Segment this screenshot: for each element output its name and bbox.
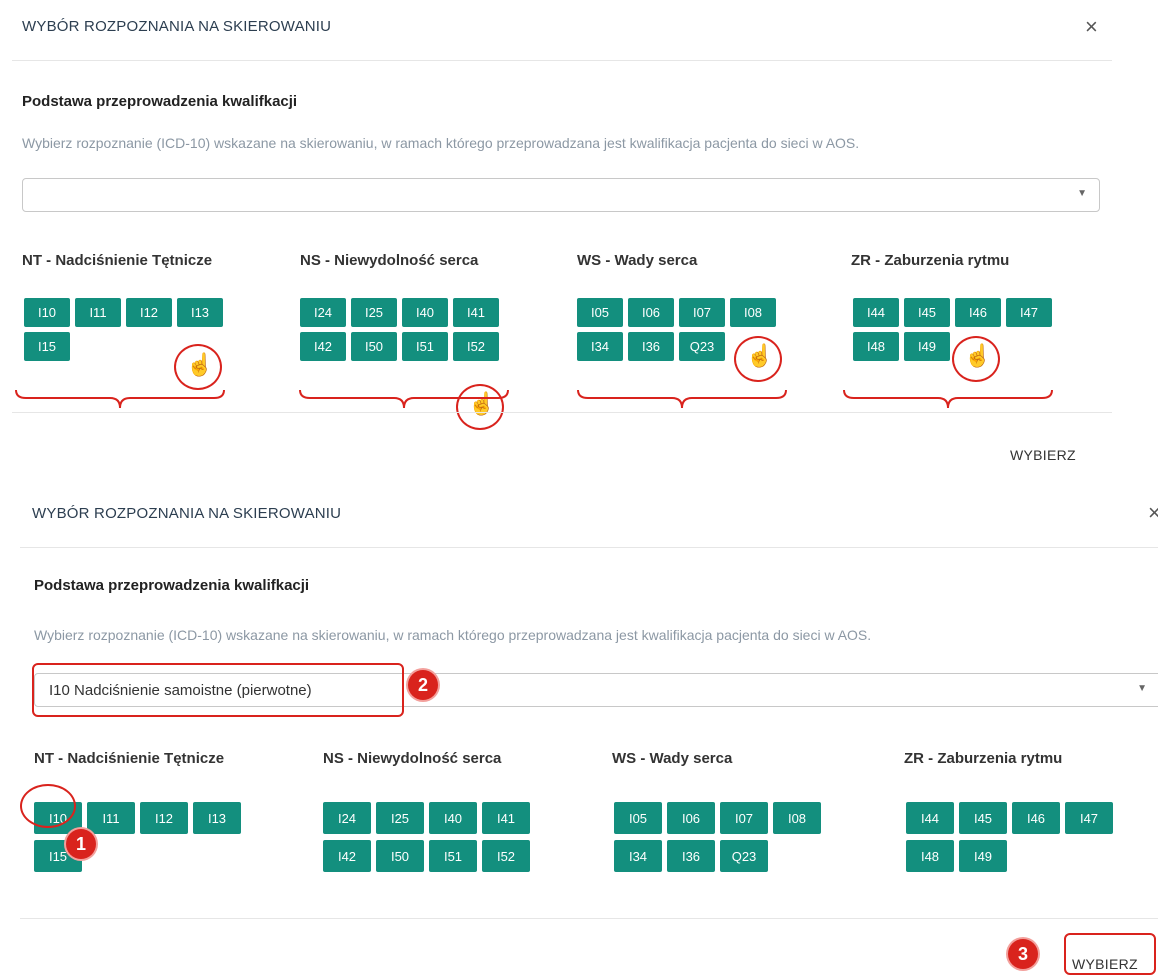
- group-title-nt: NT - Nadciśnienie Tętnicze: [22, 252, 213, 269]
- code-group-ws: I05 I06 I07 I08 I34 I36 Q23: [614, 802, 828, 872]
- code-button[interactable]: I12: [140, 802, 188, 834]
- dialog-title: WYBÓR ROZPOZNANIA NA SKIEROWANIU: [22, 18, 332, 35]
- code-button[interactable]: I06: [667, 802, 715, 834]
- dialog-title: WYBÓR ROZPOZNANIA NA SKIEROWANIU: [32, 505, 342, 522]
- code-button[interactable]: I40: [402, 298, 448, 327]
- code-button[interactable]: I49: [959, 840, 1007, 872]
- code-button[interactable]: I40: [429, 802, 477, 834]
- divider: [12, 60, 1112, 61]
- close-icon[interactable]: ×: [1085, 16, 1098, 38]
- code-button[interactable]: I41: [482, 802, 530, 834]
- code-button[interactable]: I05: [577, 298, 623, 327]
- group-brace: [843, 389, 1053, 409]
- code-button[interactable]: I41: [453, 298, 499, 327]
- wybierz-button[interactable]: WYBIERZ: [1010, 447, 1076, 463]
- code-button[interactable]: I51: [402, 332, 448, 361]
- dialog-panel-bottom: WYBÓR ROZPOZNANIA NA SKIEROWANIU × Podst…: [0, 490, 1158, 976]
- group-title-ns: NS - Niewydolność serca: [323, 750, 502, 767]
- hand-pointer-icon: ☝: [186, 352, 214, 377]
- group-brace: [15, 389, 225, 409]
- code-button[interactable]: I51: [429, 840, 477, 872]
- dialog-panel-top: WYBÓR ROZPOZNANIA NA SKIEROWANIU × Podst…: [0, 0, 1158, 490]
- code-button[interactable]: I50: [376, 840, 424, 872]
- divider: [12, 412, 1112, 413]
- code-button[interactable]: I08: [773, 802, 821, 834]
- hint-text: Wybierz rozpoznanie (ICD-10) wskazane na…: [22, 135, 860, 151]
- code-button[interactable]: I47: [1006, 298, 1052, 327]
- code-button[interactable]: I07: [720, 802, 768, 834]
- code-button[interactable]: I08: [730, 298, 776, 327]
- code-button[interactable]: I07: [679, 298, 725, 327]
- code-button[interactable]: I36: [628, 332, 674, 361]
- code-button[interactable]: I25: [351, 298, 397, 327]
- group-brace: [577, 389, 787, 409]
- code-button[interactable]: I49: [904, 332, 950, 361]
- wybierz-button[interactable]: WYBIERZ: [1072, 956, 1138, 972]
- code-button[interactable]: I52: [482, 840, 530, 872]
- step-badge-3: 3: [1008, 939, 1038, 969]
- code-button[interactable]: I45: [959, 802, 1007, 834]
- code-button[interactable]: I13: [193, 802, 241, 834]
- code-button[interactable]: I06: [628, 298, 674, 327]
- code-button[interactable]: I34: [577, 332, 623, 361]
- code-button[interactable]: I36: [667, 840, 715, 872]
- code-button[interactable]: I10: [24, 298, 70, 327]
- section-title: Podstawa przeprowadzenia kwalifkacji: [22, 93, 298, 110]
- group-title-ns: NS - Niewydolność serca: [300, 252, 479, 269]
- highlight-box-select: [32, 663, 404, 717]
- code-button[interactable]: I13: [177, 298, 223, 327]
- hint-text: Wybierz rozpoznanie (ICD-10) wskazane na…: [34, 627, 872, 643]
- code-button[interactable]: I46: [955, 298, 1001, 327]
- code-button[interactable]: I48: [853, 332, 899, 361]
- divider: [20, 547, 1158, 548]
- group-brace: [299, 389, 509, 409]
- caret-down-icon: ▼: [1137, 683, 1147, 694]
- code-button[interactable]: I24: [323, 802, 371, 834]
- code-button[interactable]: I12: [126, 298, 172, 327]
- code-group-ns: I24 I25 I40 I41 I42 I50 I51 I52: [300, 298, 500, 361]
- code-button[interactable]: I46: [1012, 802, 1060, 834]
- code-button[interactable]: I48: [906, 840, 954, 872]
- hand-pointer-icon: ☝: [964, 343, 992, 368]
- caret-down-icon: ▼: [1077, 188, 1087, 199]
- code-button[interactable]: I34: [614, 840, 662, 872]
- step-badge-2: 2: [408, 670, 438, 700]
- code-group-zr: I44 I45 I46 I47 I48 I49: [906, 802, 1120, 872]
- section-title: Podstawa przeprowadzenia kwalifkacji: [34, 577, 310, 594]
- code-button[interactable]: I05: [614, 802, 662, 834]
- code-group-ns: I24 I25 I40 I41 I42 I50 I51 I52: [323, 802, 537, 872]
- code-button[interactable]: I42: [323, 840, 371, 872]
- step-badge-1: 1: [66, 829, 96, 859]
- code-button[interactable]: I15: [24, 332, 70, 361]
- code-button[interactable]: I42: [300, 332, 346, 361]
- hand-pointer-icon: ☝: [746, 343, 774, 368]
- code-button[interactable]: I11: [75, 298, 121, 327]
- code-button[interactable]: I52: [453, 332, 499, 361]
- highlight-ring: [20, 784, 76, 828]
- code-button[interactable]: I44: [906, 802, 954, 834]
- divider: [20, 918, 1158, 919]
- code-button[interactable]: I44: [853, 298, 899, 327]
- group-title-ws: WS - Wady serca: [577, 252, 698, 269]
- diagnosis-select[interactable]: ▼: [22, 178, 1100, 212]
- code-button[interactable]: I45: [904, 298, 950, 327]
- code-button[interactable]: Q23: [679, 332, 725, 361]
- group-title-nt: NT - Nadciśnienie Tętnicze: [34, 750, 225, 767]
- group-title-zr: ZR - Zaburzenia rytmu: [904, 750, 1063, 767]
- code-button[interactable]: Q23: [720, 840, 768, 872]
- code-button[interactable]: I50: [351, 332, 397, 361]
- code-button[interactable]: I11: [87, 802, 135, 834]
- group-title-ws: WS - Wady serca: [612, 750, 733, 767]
- group-title-zr: ZR - Zaburzenia rytmu: [851, 252, 1010, 269]
- code-button[interactable]: I47: [1065, 802, 1113, 834]
- code-button[interactable]: I25: [376, 802, 424, 834]
- code-button[interactable]: I24: [300, 298, 346, 327]
- close-icon[interactable]: ×: [1148, 502, 1158, 524]
